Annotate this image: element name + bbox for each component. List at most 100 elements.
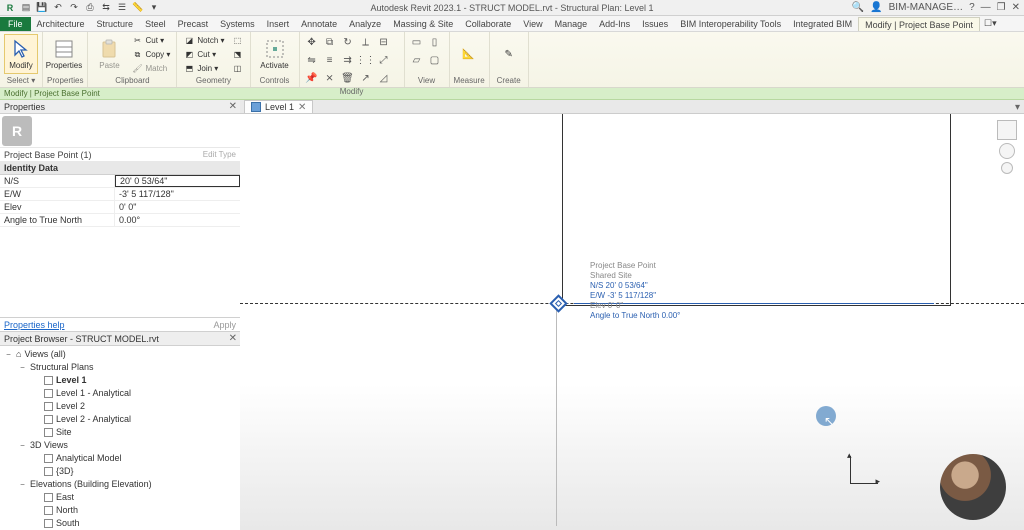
view-tab-level1[interactable]: Level 1 ✕: [244, 100, 313, 113]
cut-button[interactable]: ✂Cut ▾: [129, 34, 172, 47]
scale-icon[interactable]: ⤢: [376, 52, 392, 68]
prop-val-ew[interactable]: -3' 5 117/128": [115, 188, 240, 200]
mirror-icon[interactable]: ⇋: [304, 52, 320, 68]
view-tool-2-icon[interactable]: ▯: [427, 34, 443, 50]
view-tab-maximize-icon[interactable]: ▾: [1011, 102, 1024, 113]
align-icon[interactable]: ≡: [322, 52, 338, 68]
tab-massing-site[interactable]: Massing & Site: [387, 17, 459, 31]
trim-icon[interactable]: ⟂: [358, 34, 374, 50]
project-browser-header[interactable]: Project Browser - STRUCT MODEL.rvt ✕: [0, 332, 240, 346]
prop-row-angle[interactable]: Angle to True North 0.00°: [0, 214, 240, 227]
search-icon[interactable]: 🔍: [852, 2, 864, 13]
rotate-icon[interactable]: ↻: [340, 34, 356, 50]
ribbon-help-icon[interactable]: ☐▾: [980, 16, 1001, 31]
tab-structure[interactable]: Structure: [91, 17, 140, 31]
tree-twisty-icon[interactable]: −: [18, 478, 27, 491]
tab-steel[interactable]: Steel: [139, 17, 172, 31]
qat-undo-icon[interactable]: ↶: [52, 2, 64, 14]
extend-icon[interactable]: ↗: [358, 70, 374, 86]
view-tab-close-icon[interactable]: ✕: [298, 102, 306, 113]
qat-open-icon[interactable]: ▤: [20, 2, 32, 14]
user-avatar-icon[interactable]: 👤: [870, 2, 882, 13]
unpin-icon[interactable]: ⨯: [322, 70, 338, 86]
move-icon[interactable]: ✥: [304, 34, 320, 50]
tree-node[interactable]: {3D}: [4, 465, 236, 478]
tab-addins[interactable]: Add-Ins: [593, 17, 636, 31]
measure-button[interactable]: 📐: [454, 34, 484, 74]
view-cube[interactable]: [997, 120, 1017, 140]
modify-button[interactable]: Modify: [4, 34, 38, 74]
drawing-canvas[interactable]: Project Base Point Shared Site N/S 20' 0…: [240, 114, 1024, 530]
qat-redo-icon[interactable]: ↷: [68, 2, 80, 14]
tree-node[interactable]: Level 2: [4, 400, 236, 413]
qat-measure-icon[interactable]: 📏: [132, 2, 144, 14]
file-tab[interactable]: File: [0, 17, 31, 31]
tree-node[interactable]: East: [4, 491, 236, 504]
apply-button[interactable]: Apply: [213, 320, 236, 330]
tree-node[interactable]: −⌂Views (all): [4, 348, 236, 361]
tab-architecture[interactable]: Architecture: [31, 17, 91, 31]
tab-annotate[interactable]: Annotate: [295, 17, 343, 31]
tree-node[interactable]: Analytical Model: [4, 452, 236, 465]
view-tool-4-icon[interactable]: ▢: [427, 52, 443, 68]
tab-systems[interactable]: Systems: [214, 17, 261, 31]
window-minimize-icon[interactable]: —: [981, 2, 991, 13]
join-button[interactable]: ⬒Join ▾: [181, 62, 226, 75]
tab-issues[interactable]: Issues: [636, 17, 674, 31]
tree-node[interactable]: South: [4, 517, 236, 530]
copy-button[interactable]: ⧉Copy ▾: [129, 48, 172, 61]
cut-geom-button[interactable]: ◩Cut ▾: [181, 48, 226, 61]
window-restore-icon[interactable]: ❐: [997, 2, 1006, 13]
tab-view[interactable]: View: [517, 17, 548, 31]
split-icon[interactable]: ⊟: [376, 34, 392, 50]
steering-wheel-icon[interactable]: [999, 143, 1015, 159]
window-close-icon[interactable]: ✕: [1012, 2, 1020, 13]
tab-manage[interactable]: Manage: [549, 17, 594, 31]
corner-icon[interactable]: ◿: [376, 70, 392, 86]
select-panel-label[interactable]: Select ▾: [4, 75, 38, 85]
tab-collaborate[interactable]: Collaborate: [459, 17, 517, 31]
project-browser-close-icon[interactable]: ✕: [229, 333, 237, 344]
qat-print-icon[interactable]: ⎙: [84, 2, 96, 14]
tab-bim-interop[interactable]: BIM Interoperability Tools: [674, 17, 787, 31]
tree-node[interactable]: Level 2 - Analytical: [4, 413, 236, 426]
tab-precast[interactable]: Precast: [172, 17, 215, 31]
tab-modify-project-base-point[interactable]: Modify | Project Base Point: [858, 17, 980, 31]
properties-close-icon[interactable]: ✕: [229, 101, 237, 112]
paste-button[interactable]: Paste: [92, 34, 126, 74]
prop-row-elev[interactable]: Elev 0' 0": [0, 201, 240, 214]
prop-val-elev[interactable]: 0' 0": [115, 201, 240, 213]
geom-tool-1[interactable]: ⬚: [230, 34, 246, 47]
view-tool-1-icon[interactable]: ▭: [409, 34, 425, 50]
prop-val-ns[interactable]: 20' 0 53/64": [115, 175, 240, 187]
qat-save-icon[interactable]: 💾: [36, 2, 48, 14]
project-browser-tree[interactable]: −⌂Views (all)−Structural PlansLevel 1 Lev…: [0, 346, 240, 530]
create-button[interactable]: ✎: [494, 34, 524, 74]
tree-node[interactable]: −Structural Plans: [4, 361, 236, 374]
geom-tool-2[interactable]: ⬔: [230, 48, 246, 61]
qat-menu-icon[interactable]: ☰: [116, 2, 128, 14]
pin-icon[interactable]: 📌: [304, 70, 320, 86]
notch-button[interactable]: ◪Notch ▾: [181, 34, 226, 47]
tree-node[interactable]: −Elevations (Building Elevation): [4, 478, 236, 491]
edit-type-button[interactable]: Edit Type: [203, 150, 236, 159]
nav-wheel-icon[interactable]: [1001, 162, 1013, 174]
properties-button[interactable]: Properties: [47, 34, 81, 74]
qat-sync-icon[interactable]: ⇆: [100, 2, 112, 14]
properties-header[interactable]: Properties ✕: [0, 100, 240, 114]
tree-twisty-icon[interactable]: −: [4, 348, 13, 361]
tree-node[interactable]: North: [4, 504, 236, 517]
prop-row-ew[interactable]: E/W -3' 5 117/128": [0, 188, 240, 201]
match-button[interactable]: 🖌Match: [129, 62, 172, 75]
prop-row-ns[interactable]: N/S 20' 0 53/64": [0, 175, 240, 188]
prop-val-angle[interactable]: 0.00°: [115, 214, 240, 226]
tree-node[interactable]: Level 1: [4, 374, 236, 387]
properties-type-selector[interactable]: R: [0, 114, 240, 148]
view-tool-3-icon[interactable]: ▱: [409, 52, 425, 68]
tab-integrated-bim[interactable]: Integrated BIM: [787, 17, 858, 31]
delete-icon[interactable]: 🗑: [340, 70, 356, 86]
tree-node[interactable]: Site: [4, 426, 236, 439]
tree-twisty-icon[interactable]: −: [18, 439, 27, 452]
user-label[interactable]: BIM-MANAGE…: [889, 2, 963, 13]
properties-help-link[interactable]: Properties help: [4, 320, 65, 330]
